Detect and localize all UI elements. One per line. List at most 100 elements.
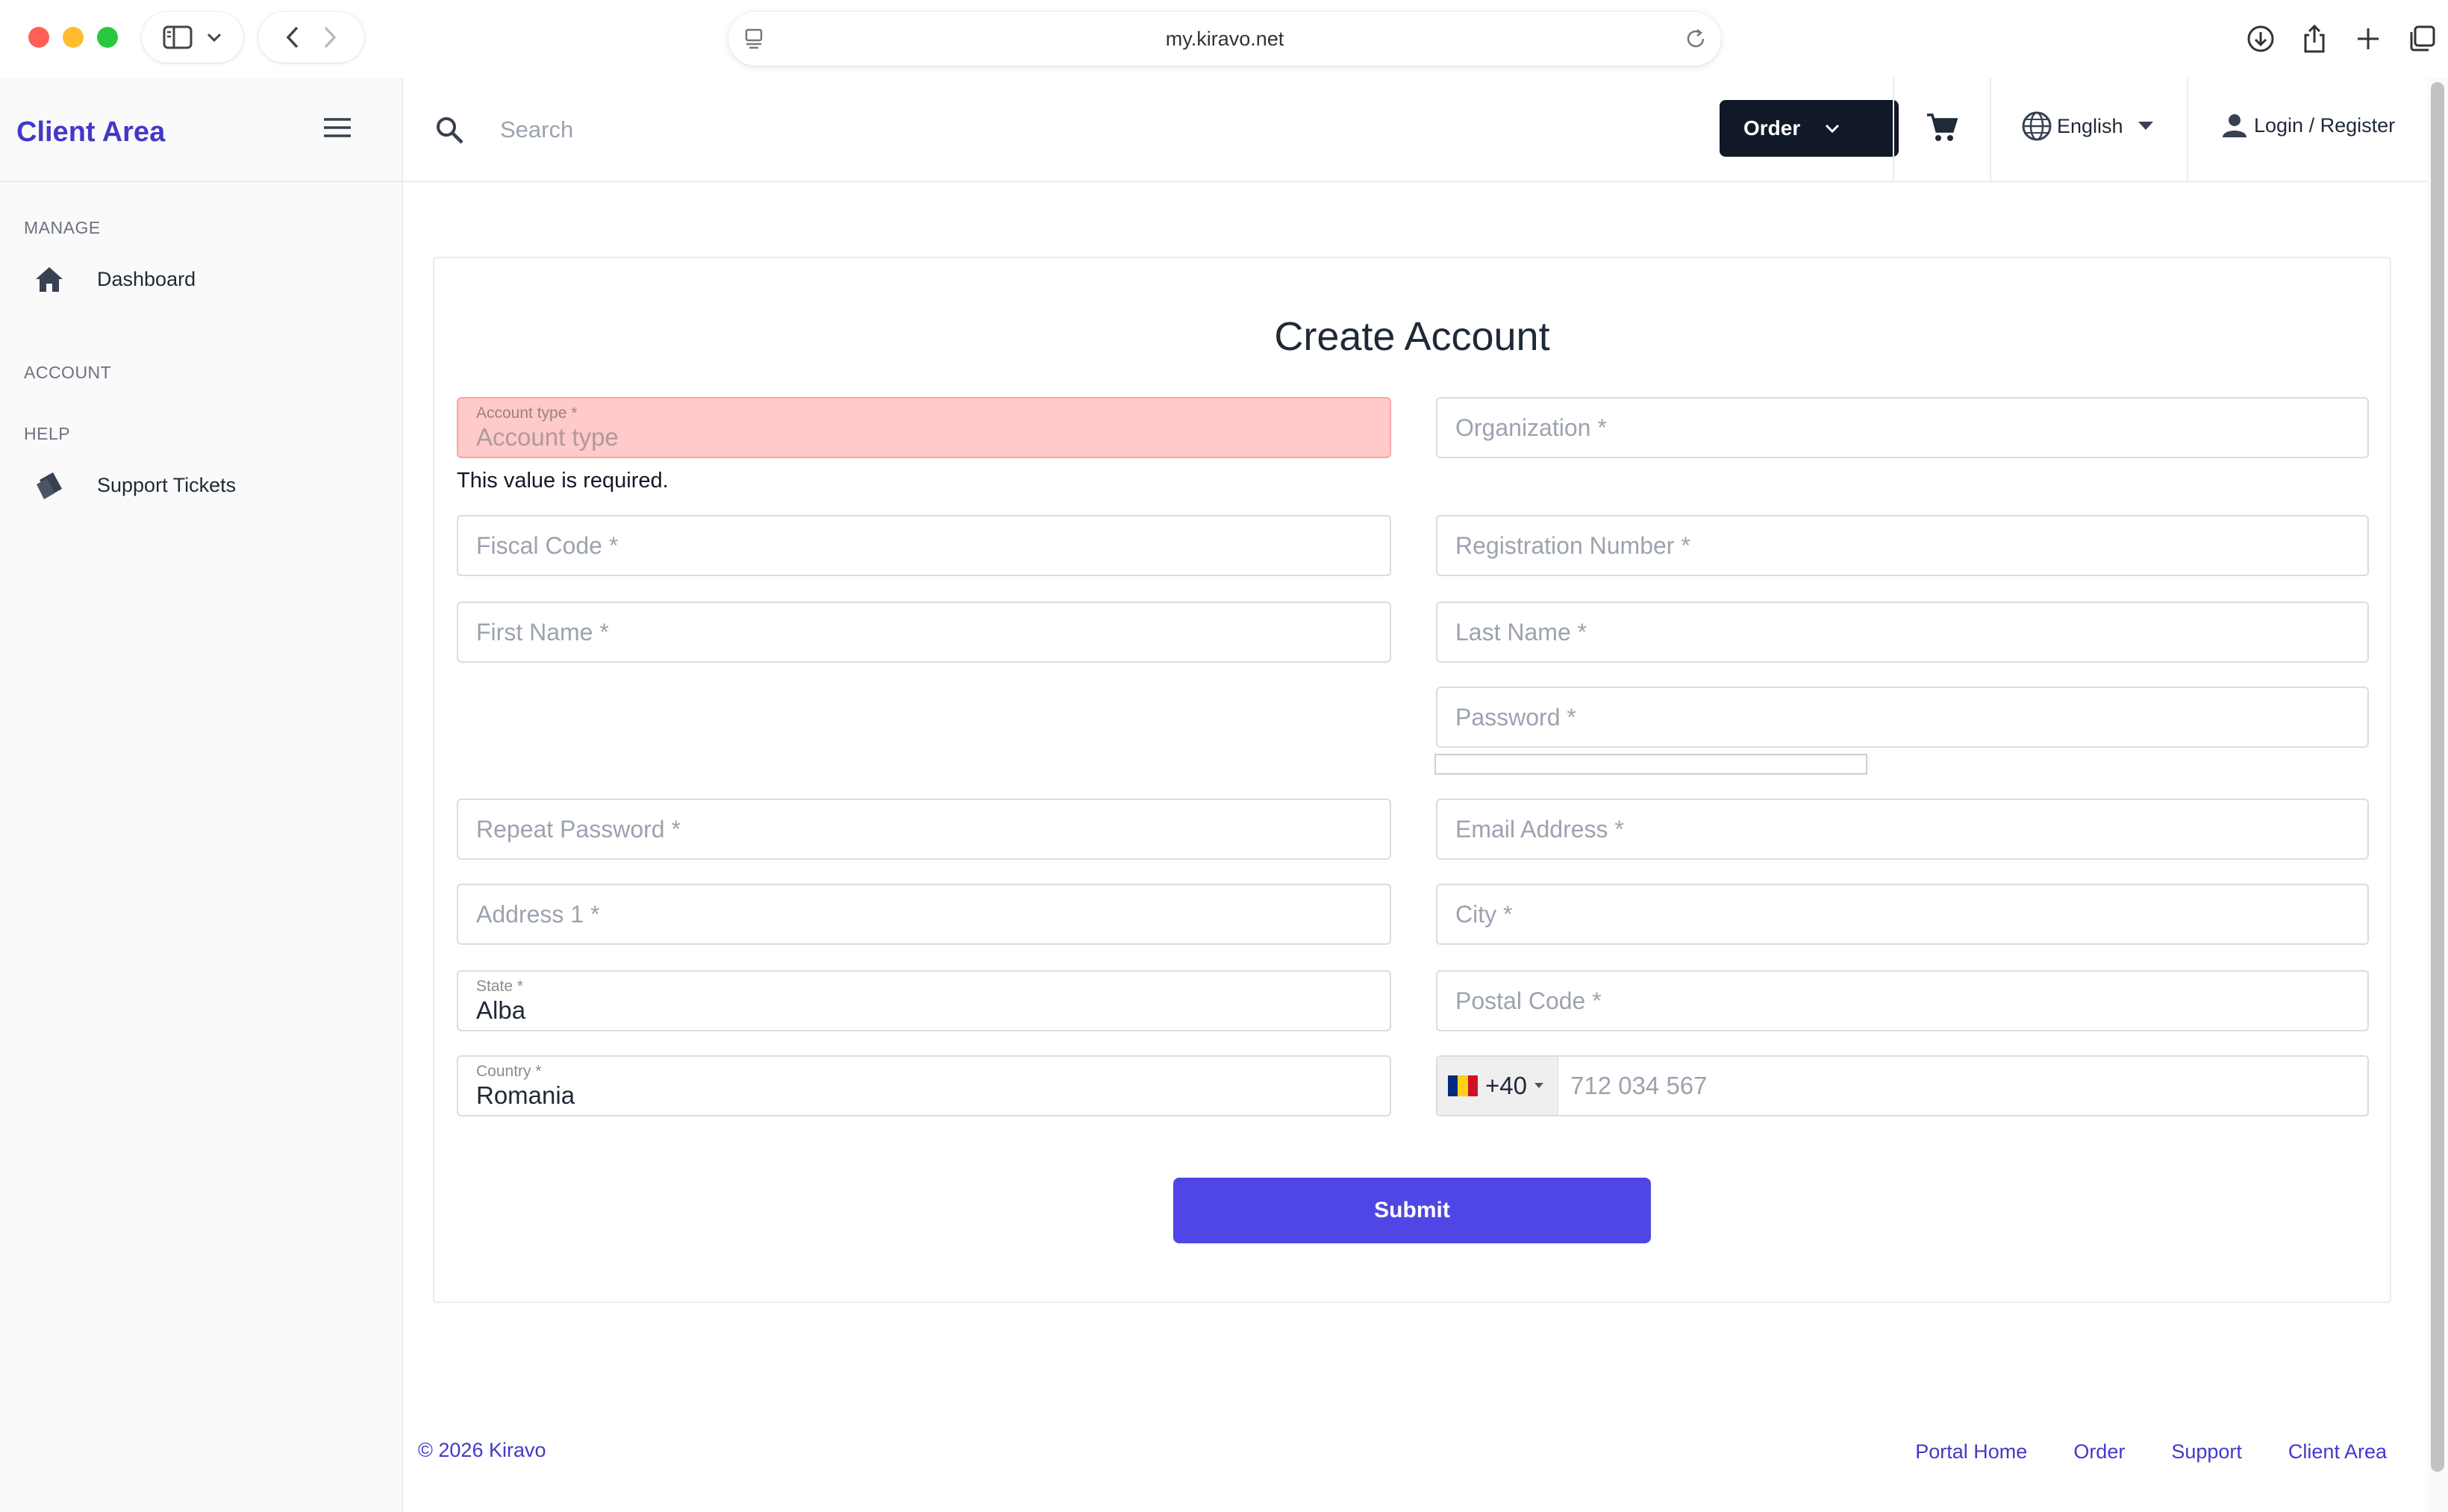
forward-button[interactable] (322, 25, 337, 49)
organization-placeholder: Organization * (1455, 413, 1607, 441)
chevron-down-icon (1824, 123, 1840, 134)
url-text: my.kiravo.net (1165, 28, 1284, 50)
order-button-label: Order (1743, 116, 1801, 140)
password-field[interactable]: Password * (1436, 687, 2369, 748)
sidebar-item-label: Support Tickets (97, 473, 237, 496)
scrollbar-thumb[interactable] (2431, 82, 2444, 1472)
sidebar-item-support-tickets[interactable]: Support Tickets (33, 464, 236, 506)
home-icon (33, 263, 66, 296)
flag-stripe (1467, 1075, 1478, 1096)
page-title: Create Account (1274, 314, 1550, 359)
registration-number-field[interactable]: Registration Number * (1436, 515, 2369, 576)
close-window-button[interactable] (28, 27, 49, 48)
login-register-link[interactable]: Login / Register (2221, 112, 2395, 139)
login-label: Login / Register (2254, 113, 2396, 137)
address1-field[interactable]: Address 1 * (457, 884, 1391, 945)
sidebar-icon (163, 25, 193, 49)
address-bar[interactable]: my.kiravo.net (728, 12, 1721, 66)
back-button[interactable] (285, 25, 300, 49)
repeat-password-field[interactable]: Repeat Password * (457, 799, 1391, 860)
state-value: Alba (476, 996, 526, 1024)
sidebar-item-dashboard[interactable]: Dashboard (33, 258, 196, 300)
last-name-placeholder: Last Name * (1455, 618, 1587, 646)
city-placeholder: City * (1455, 900, 1513, 928)
globe-icon (2021, 110, 2052, 142)
sidebar-section-help: HELP (24, 424, 71, 443)
footer-link-order[interactable]: Order (2073, 1440, 2125, 1463)
minimize-window-button[interactable] (63, 27, 84, 48)
header-divider (1893, 78, 1894, 182)
footer-link-portal-home[interactable]: Portal Home (1915, 1440, 2027, 1463)
footer-link-client-area[interactable]: Client Area (2288, 1440, 2387, 1463)
downloads-icon[interactable] (2245, 23, 2276, 54)
address1-placeholder: Address 1 * (476, 900, 600, 928)
caret-down-icon (2138, 122, 2153, 131)
brand-logo[interactable]: Client Area (16, 116, 165, 149)
state-select[interactable]: State * Alba (457, 970, 1391, 1031)
romania-flag-icon (1448, 1075, 1478, 1096)
postal-code-placeholder: Postal Code * (1455, 987, 1602, 1014)
reload-icon[interactable] (1682, 25, 1709, 52)
new-tab-icon[interactable] (2352, 23, 2384, 54)
email-field[interactable]: Email Address * (1436, 799, 2369, 860)
account-type-placeholder: Account type (476, 423, 619, 451)
sidebar-section-account: ACCOUNT (24, 363, 112, 382)
language-label: English (2057, 114, 2123, 137)
city-field[interactable]: City * (1436, 884, 2369, 945)
country-select[interactable]: Country * Romania (457, 1055, 1391, 1116)
language-selector[interactable]: English (2021, 110, 2153, 142)
repeat-password-placeholder: Repeat Password * (476, 815, 681, 843)
password-placeholder: Password * (1455, 703, 1576, 731)
page-scrollbar[interactable] (2427, 78, 2448, 1512)
search-input[interactable] (500, 107, 1022, 152)
account-type-error: This value is required. (457, 469, 669, 493)
tab-overview-icon[interactable] (2406, 23, 2438, 54)
ticket-icon (33, 469, 66, 502)
sidebar-header: Client Area (0, 78, 402, 182)
footer-link-support[interactable]: Support (2171, 1440, 2242, 1463)
phone-country-selector[interactable]: +40 (1437, 1057, 1558, 1115)
last-name-field[interactable]: Last Name * (1436, 602, 2369, 663)
caret-down-icon (1534, 1083, 1543, 1089)
phone-country-code: +40 (1485, 1072, 1527, 1099)
history-navigation (258, 12, 364, 63)
search-icon[interactable] (434, 115, 464, 145)
chevron-down-icon (206, 32, 222, 43)
sidebar-toggle-button[interactable] (142, 12, 243, 63)
fiscal-code-field[interactable]: Fiscal Code * (457, 515, 1391, 576)
registration-number-placeholder: Registration Number * (1455, 531, 1690, 559)
postal-code-field[interactable]: Postal Code * (1436, 970, 2369, 1031)
footer-links: Portal Home Order Support Client Area (1915, 1440, 2387, 1463)
first-name-placeholder: First Name * (476, 618, 609, 646)
order-dropdown-button[interactable]: Order (1720, 100, 1899, 157)
header-divider (2187, 78, 2188, 182)
password-strength-meter (1434, 754, 1867, 775)
user-icon (2221, 112, 2248, 139)
top-header: Order English Login / Register (403, 78, 2427, 182)
phone-field[interactable]: +40 712 034 567 (1436, 1055, 2369, 1116)
state-label: State * (476, 978, 524, 995)
flag-stripe (1458, 1075, 1468, 1096)
email-placeholder: Email Address * (1455, 815, 1624, 843)
header-divider (1990, 78, 1991, 182)
organization-field[interactable]: Organization * (1436, 397, 2369, 458)
flag-stripe (1448, 1075, 1458, 1096)
submit-button[interactable]: Submit (1173, 1178, 1651, 1243)
phone-placeholder: 712 034 567 (1570, 1072, 1708, 1099)
country-label: Country * (476, 1063, 542, 1080)
cart-icon[interactable] (1926, 112, 1958, 143)
sidebar-section-manage: MANAGE (24, 218, 101, 237)
zoom-window-button[interactable] (97, 27, 118, 48)
menu-icon[interactable] (322, 116, 352, 139)
sidebar-item-label: Dashboard (97, 267, 196, 290)
copyright-text: © 2026 Kiravo (418, 1439, 546, 1461)
country-value: Romania (476, 1081, 575, 1109)
first-name-field[interactable]: First Name * (457, 602, 1391, 663)
account-type-select[interactable]: Account type * Account type (457, 397, 1391, 458)
browser-toolbar: my.kiravo.net (0, 0, 2448, 78)
share-icon[interactable] (2299, 23, 2330, 54)
sidebar: Client Area MANAGE Dashboard ACCOUNT HEL… (0, 78, 403, 1512)
fiscal-code-placeholder: Fiscal Code * (476, 531, 619, 559)
account-type-label: Account type * (476, 404, 578, 422)
browser-actions (2245, 12, 2438, 66)
